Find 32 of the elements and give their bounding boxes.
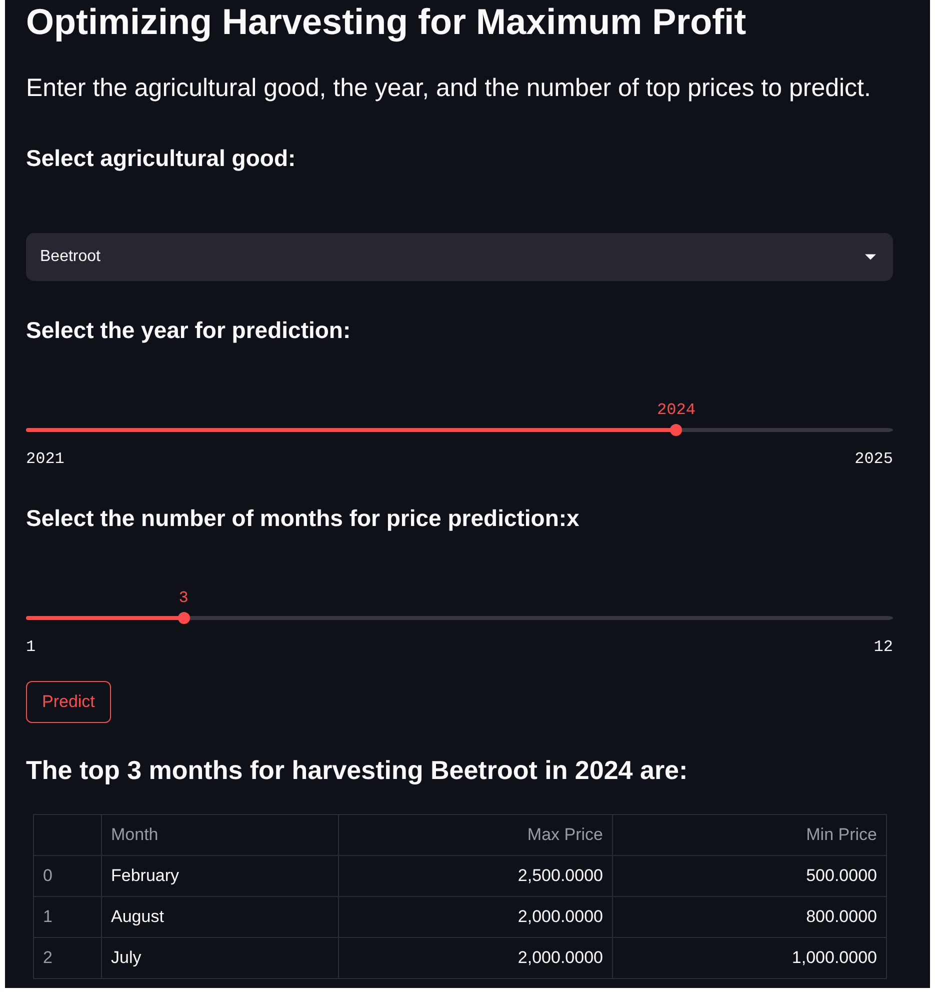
table-cell: 500.0000 — [612, 856, 886, 896]
table-cell: 2,500.0000 — [338, 856, 612, 896]
slider-max-label: 12 — [874, 637, 893, 657]
slider-min-label: 1 — [26, 637, 36, 657]
table-cell: 1,000.0000 — [612, 938, 886, 978]
slider-handle[interactable] — [670, 424, 682, 436]
select-field[interactable]: Beetroot — [26, 233, 893, 281]
table-header-cell: Min Price — [612, 814, 886, 856]
slider-min-label: 2021 — [26, 449, 64, 469]
page-title: Optimizing Harvesting for Maximum Profit — [26, 0, 748, 44]
table-cell: February — [102, 856, 338, 896]
table-cell: 800.0000 — [612, 896, 886, 938]
table-cell: 2,000.0000 — [338, 896, 612, 938]
intro-text: Enter the agricultural good, the year, and the number of top prices to predict. — [26, 73, 872, 104]
table-cell: 2,000.0000 — [338, 938, 612, 978]
table-cell: August — [102, 896, 338, 938]
table-header-cell: Max Price — [338, 814, 612, 856]
predict-button[interactable]: Predict — [26, 681, 111, 723]
slider-max-label: 2025 — [854, 449, 893, 469]
field-label: Select the year for prediction: — [26, 316, 351, 345]
table-header-cell: Month — [102, 814, 338, 856]
row-index-cell: 2 — [34, 938, 102, 978]
slider-handle[interactable] — [178, 612, 190, 624]
row-index-cell: 0 — [34, 856, 102, 896]
field-label: Select the number of months for price prediction:x — [26, 504, 580, 533]
row-index-cell: 1 — [34, 896, 102, 938]
caret-down-icon — [865, 254, 876, 260]
slider-value: 3 — [178, 588, 188, 608]
result-heading: The top 3 months for harvesting Beetroot in 2024 are: — [26, 754, 688, 787]
slider-value: 2024 — [657, 400, 696, 420]
table-cell: July — [102, 938, 338, 978]
field-label: Select agricultural good: — [26, 144, 296, 173]
